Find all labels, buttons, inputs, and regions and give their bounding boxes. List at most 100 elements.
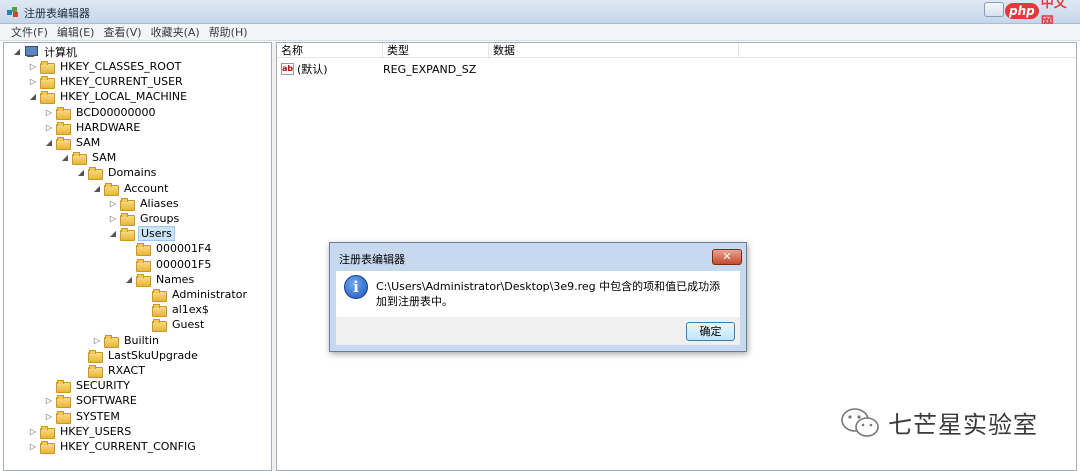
folder-icon	[120, 228, 135, 241]
folder-icon	[136, 243, 151, 256]
collapse-arrow-icon[interactable]: ◢	[92, 184, 102, 193]
expand-arrow-icon[interactable]: ▷	[108, 199, 118, 208]
expand-arrow-icon[interactable]: ▷	[108, 214, 118, 223]
collapse-arrow-icon[interactable]: ◢	[12, 47, 22, 56]
tree-item[interactable]: ▷ HKEY_CURRENT_USER	[28, 74, 185, 89]
expand-arrow-icon[interactable]: ▷	[28, 427, 38, 436]
menu-help[interactable]: 帮助(H)	[209, 24, 248, 40]
tree-item[interactable]: ◢ HKEY_LOCAL_MACHINE	[28, 89, 189, 104]
expand-arrow-icon[interactable]: ▷	[28, 77, 38, 86]
tree-item[interactable]: ◢ Domains	[76, 165, 158, 180]
tree-item-label: 000001F4	[156, 242, 212, 255]
tree-item[interactable]: RXACT	[76, 363, 147, 378]
folder-icon	[40, 76, 55, 89]
folder-icon	[40, 61, 55, 74]
column-name[interactable]: 名称	[277, 43, 383, 58]
tree-item[interactable]: ▷ SYSTEM	[44, 409, 122, 424]
collapse-arrow-icon[interactable]: ◢	[124, 275, 134, 284]
tree-item[interactable]: ▷ HKEY_CURRENT_CONFIG	[28, 439, 198, 454]
collapse-arrow-icon[interactable]: ◢	[28, 92, 38, 101]
tree-item-label: Names	[156, 273, 195, 286]
expand-arrow-icon[interactable]: ▷	[28, 442, 38, 451]
column-header: 名称 类型 数据	[277, 43, 1076, 58]
tree-item-label: Aliases	[140, 197, 179, 210]
tree-item-label: Builtin	[124, 334, 159, 347]
folder-icon	[120, 213, 135, 226]
ok-button[interactable]: 确定	[686, 322, 735, 341]
tree-item-label: HKEY_CURRENT_USER	[60, 75, 183, 88]
registry-tree[interactable]: ◢ 计算机 ▷ HKEY_CLASSES_ROOT ▷ HKEY_CURRENT_US…	[3, 42, 272, 471]
folder-icon	[56, 107, 71, 120]
value-row[interactable]: ab (默认) REG_EXPAND_SZ	[277, 61, 489, 77]
computer-icon	[24, 46, 38, 57]
title-bar: 注册表编辑器	[0, 0, 1080, 24]
expand-arrow-icon[interactable]: ▷	[44, 412, 54, 421]
value-type: REG_EXPAND_SZ	[383, 62, 477, 76]
folder-icon	[104, 183, 119, 196]
collapse-arrow-icon[interactable]: ◢	[108, 229, 118, 238]
folder-icon	[56, 122, 71, 135]
expand-arrow-icon[interactable]: ▷	[44, 108, 54, 117]
expand-arrow-icon[interactable]: ▷	[28, 62, 38, 71]
tree-item[interactable]: al1ex$	[140, 302, 211, 317]
menu-favorites[interactable]: 收藏夹(A)	[151, 24, 200, 40]
tree-item[interactable]: ◢ SAM	[44, 135, 102, 150]
folder-icon	[72, 152, 87, 165]
wechat-icon	[841, 407, 879, 437]
tree-item-label: Groups	[140, 212, 180, 225]
tree-item[interactable]: ▷ HKEY_CLASSES_ROOT	[28, 59, 183, 74]
tree-item[interactable]: ◢ SAM	[60, 150, 118, 165]
dialog-footer: 确定	[336, 317, 740, 345]
folder-icon	[136, 274, 151, 287]
tree-item[interactable]: SECURITY	[44, 378, 132, 393]
collapse-arrow-icon[interactable]: ◢	[76, 168, 86, 177]
tree-item[interactable]: ▷ Aliases	[108, 196, 181, 211]
folder-icon	[56, 380, 71, 393]
folder-icon	[152, 289, 167, 302]
expand-arrow-icon[interactable]: ▷	[92, 336, 102, 345]
folder-icon	[40, 441, 55, 454]
tree-item[interactable]: ▷ Builtin	[92, 333, 161, 348]
collapse-arrow-icon[interactable]: ◢	[44, 138, 54, 147]
tree-item[interactable]: ◢ Users	[108, 226, 175, 241]
regedit-app-icon	[7, 7, 18, 17]
tree-item-label: HKEY_LOCAL_MACHINE	[60, 90, 188, 103]
tree-item-label: Users	[138, 226, 175, 241]
tree-item-label: LastSkuUpgrade	[108, 349, 198, 362]
folder-icon	[40, 426, 55, 439]
tree-item[interactable]: LastSkuUpgrade	[76, 348, 200, 363]
folder-icon	[56, 411, 71, 424]
tree-item[interactable]: ◢ Account	[92, 181, 170, 196]
folder-icon	[120, 198, 135, 211]
tree-item[interactable]: 000001F4	[124, 241, 213, 256]
column-data[interactable]: 数据	[489, 43, 739, 58]
tree-item[interactable]: ▷ HKEY_USERS	[28, 424, 133, 439]
folder-icon	[88, 167, 103, 180]
tree-item[interactable]: ▷ HARDWARE	[44, 120, 142, 135]
tree-item[interactable]: ▷ BCD00000000	[44, 105, 158, 120]
tree-item-computer[interactable]: ◢ 计算机	[12, 44, 79, 59]
tree-item[interactable]: Administrator	[140, 287, 249, 302]
tree-item-label: 计算机	[44, 45, 77, 59]
value-name-cell: ab (默认)	[277, 61, 383, 77]
expand-arrow-icon[interactable]: ▷	[44, 396, 54, 405]
tree-item[interactable]: ▷ SOFTWARE	[44, 393, 139, 408]
tree-item[interactable]: 000001F5	[124, 257, 213, 272]
tree-item-label: RXACT	[108, 364, 145, 377]
tree-item[interactable]: ◢ Names	[124, 272, 196, 287]
dialog-message: C:\Users\Administrator\Desktop\3e9.reg 中…	[376, 280, 721, 308]
column-type[interactable]: 类型	[383, 43, 489, 58]
php-badge: php	[1005, 3, 1039, 19]
tree-item[interactable]: ▷ Groups	[108, 211, 181, 226]
tree-item[interactable]: Guest	[140, 317, 206, 332]
expand-arrow-icon[interactable]: ▷	[44, 123, 54, 132]
folder-icon	[136, 259, 151, 272]
tree-item-label: HKEY_USERS	[60, 425, 132, 438]
tree-item-label: Guest	[172, 318, 205, 331]
close-button[interactable]: ✕	[712, 249, 742, 265]
wechat-watermark: 七芒星实验室	[840, 405, 1038, 440]
menu-file[interactable]: 文件(F)	[11, 24, 48, 40]
menu-view[interactable]: 查看(V)	[103, 24, 141, 40]
collapse-arrow-icon[interactable]: ◢	[60, 153, 70, 162]
menu-edit[interactable]: 编辑(E)	[57, 24, 95, 40]
